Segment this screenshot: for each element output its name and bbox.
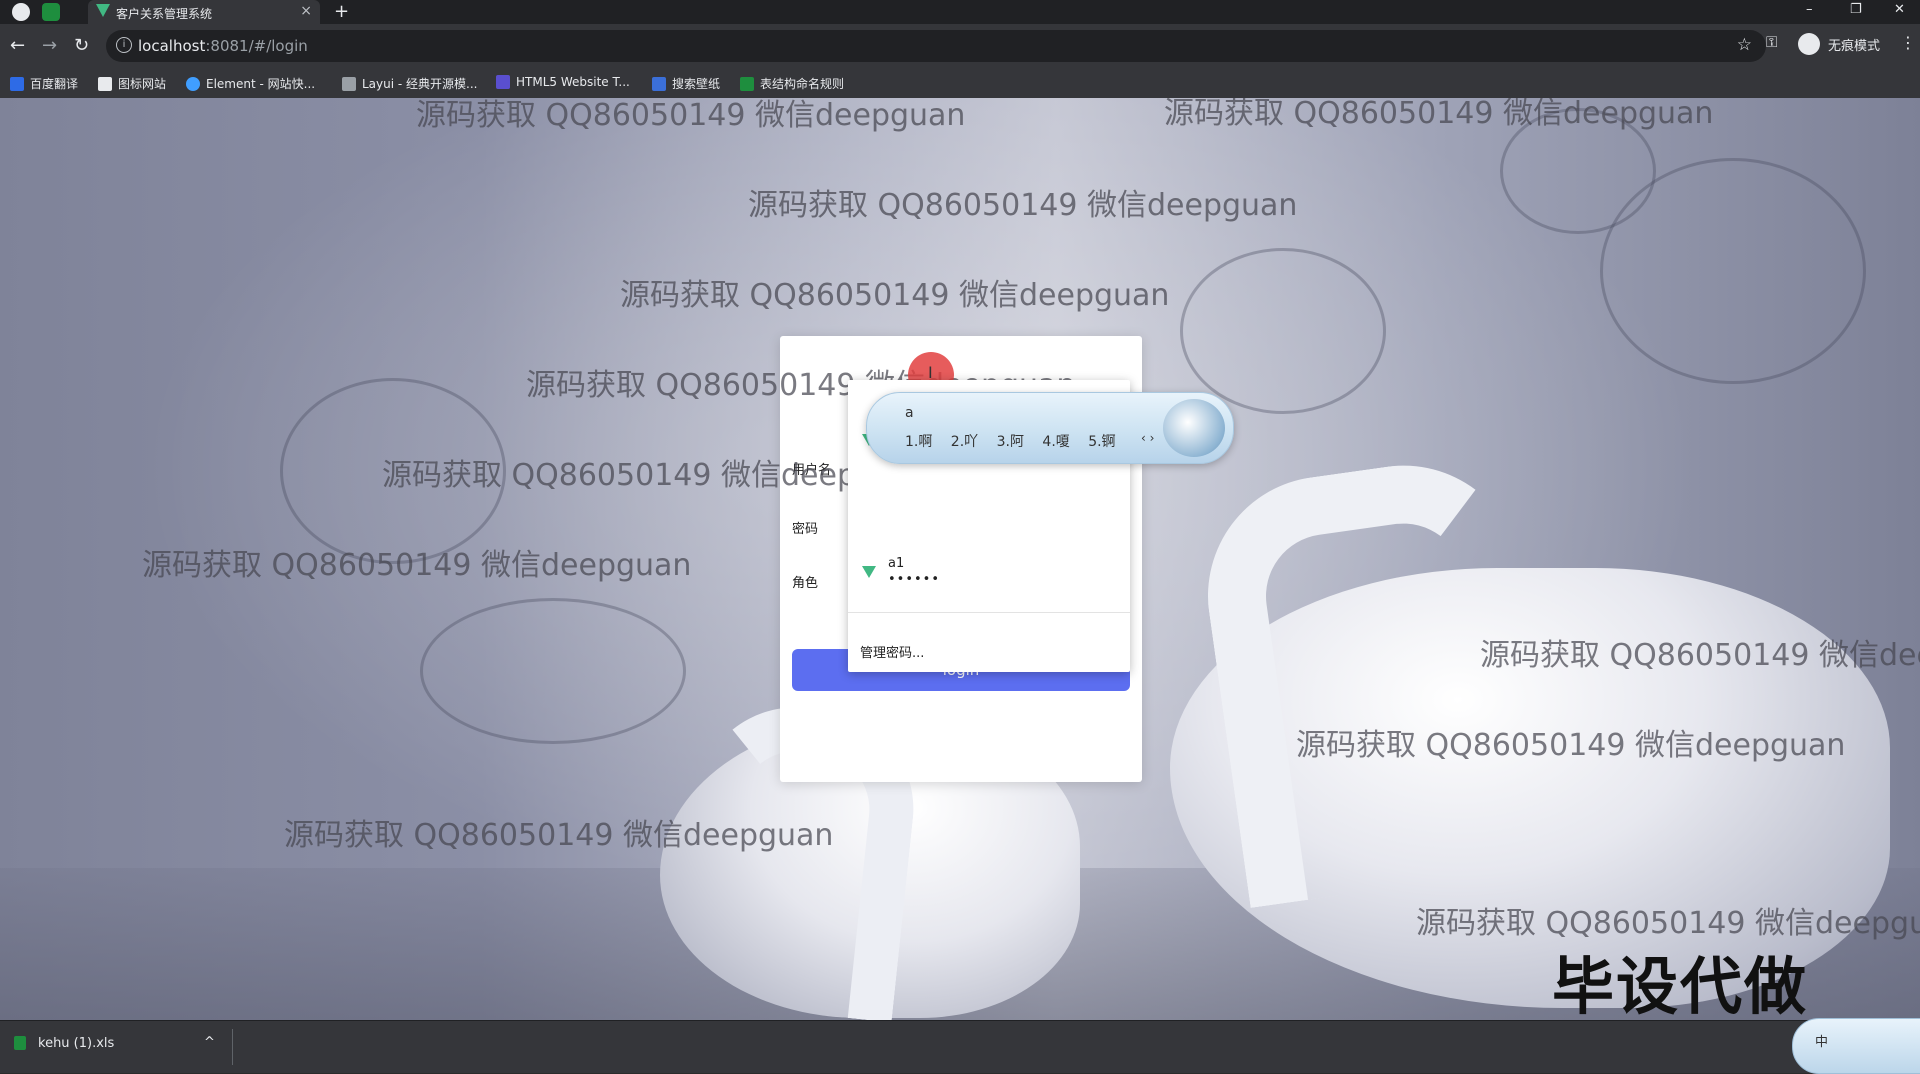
element-logo-icon bbox=[186, 77, 200, 91]
tab-active[interactable]: 客户关系管理系统 × bbox=[88, 0, 320, 24]
password-key-icon[interactable]: ⚿ bbox=[1766, 33, 1777, 51]
autofill-entry[interactable]: a1 •••••• bbox=[848, 556, 1130, 612]
bookmark-item[interactable]: HTML5 Website T... bbox=[496, 75, 630, 89]
url-path: :8081/#/login bbox=[205, 37, 308, 55]
background-swirl bbox=[1600, 158, 1866, 384]
manage-passwords-link[interactable]: 管理密码... bbox=[860, 642, 924, 661]
autofill-password: •••••• bbox=[888, 572, 941, 587]
password-label: 密码 bbox=[792, 522, 819, 537]
flag-icon bbox=[98, 77, 112, 91]
ime-candidate-bar: a 1.啊 2.吖 3.阿 4.嗄 5.锕 ‹ › bbox=[866, 392, 1234, 464]
bookmark-label: Layui - 经典开源模... bbox=[362, 77, 478, 91]
watermark-text: 源码获取 QQ86050149 微信deepguan bbox=[620, 278, 1170, 313]
restore-button[interactable]: ❐ bbox=[1850, 2, 1862, 17]
ime-status-tray[interactable]: 中 bbox=[1792, 1018, 1920, 1074]
download-item[interactable]: kehu (1).xls bbox=[14, 1036, 114, 1051]
back-button[interactable]: ← bbox=[10, 35, 25, 56]
reload-button[interactable]: ↻ bbox=[74, 35, 89, 56]
layui-logo-icon bbox=[342, 77, 356, 91]
tab-title: 客户关系管理系统 bbox=[116, 7, 213, 21]
url-host: localhost bbox=[138, 37, 206, 55]
ime-candidates[interactable]: 1.啊 2.吖 3.阿 4.嗄 5.锕 bbox=[905, 431, 1116, 451]
bookmark-item[interactable]: Layui - 经典开源模... bbox=[342, 75, 477, 92]
autofill-divider bbox=[848, 612, 1130, 613]
vue-icon bbox=[96, 4, 110, 17]
role-label: 角色 bbox=[792, 576, 819, 591]
sheet-logo-icon bbox=[740, 77, 754, 91]
html5-logo-icon bbox=[496, 75, 510, 89]
forward-button[interactable]: → bbox=[42, 35, 57, 56]
watermark-text: 源码获取 QQ86050149 微信dee bbox=[1480, 638, 1920, 673]
bookmark-item[interactable]: 图标网站 bbox=[98, 75, 166, 92]
tab-strip: 客户关系管理系统 × + – ❐ ✕ bbox=[0, 0, 1920, 24]
bookmark-favicon-icon bbox=[10, 77, 24, 91]
ime-page-arrows-icon[interactable]: ‹ › bbox=[1141, 431, 1154, 445]
ime-skin-decoration-icon bbox=[1163, 399, 1225, 457]
download-menu-chevron-icon[interactable]: ^ bbox=[204, 1035, 215, 1050]
bookmark-label: 搜索壁纸 bbox=[672, 77, 721, 91]
watermark-text: 源码获取 QQ86050149 微信deepguan bbox=[142, 548, 692, 583]
watermark-text: 源码获取 QQ86050149 微信deepguan bbox=[1296, 728, 1846, 763]
excel-file-icon bbox=[14, 1036, 26, 1050]
minimize-button[interactable]: – bbox=[1806, 2, 1813, 17]
bookmarks-bar: 百度翻译 图标网站 Element - 网站快... Layui - 经典开源模… bbox=[0, 68, 1920, 99]
new-tab-button[interactable]: + bbox=[334, 1, 349, 22]
browser-logo-icon[interactable] bbox=[12, 3, 30, 21]
url-text: localhost:8081/#/login bbox=[138, 37, 308, 55]
bookmark-star-icon[interactable]: ☆ bbox=[1737, 35, 1752, 55]
bookmark-item[interactable]: 表结构命名规则 bbox=[740, 75, 844, 92]
ime-mode-label: 中 bbox=[1815, 1035, 1829, 1050]
watermark-text: 源码获取 QQ86050149 微信deepguan bbox=[416, 98, 966, 133]
autofill-username: a1 bbox=[888, 556, 905, 571]
incognito-icon[interactable] bbox=[1798, 33, 1820, 55]
close-window-button[interactable]: ✕ bbox=[1894, 2, 1905, 17]
tab-close-icon[interactable]: × bbox=[300, 3, 312, 19]
corner-ad-text: 毕设代做 bbox=[1552, 950, 1809, 1020]
bookmark-label: 表结构命名规则 bbox=[760, 77, 845, 91]
browser-toolbar: ← → ↻ i localhost:8081/#/login ☆ ⚿ 无痕模式 … bbox=[0, 24, 1920, 68]
ime-composition: a bbox=[905, 405, 914, 421]
download-filename: kehu (1).xls bbox=[38, 1036, 115, 1051]
pinned-tab-icon[interactable] bbox=[42, 3, 60, 21]
background-swirl bbox=[1180, 248, 1386, 414]
site-info-icon[interactable]: i bbox=[116, 37, 132, 53]
bookmark-item[interactable]: Element - 网站快... bbox=[186, 75, 315, 92]
bookmark-item[interactable]: 搜索壁纸 bbox=[652, 75, 720, 92]
background-swirl bbox=[420, 598, 686, 744]
watermark-text: 源码获取 QQ86050149 微信deepguan bbox=[1164, 98, 1714, 131]
bookmark-label: Element - 网站快... bbox=[206, 77, 316, 91]
incognito-label[interactable]: 无痕模式 bbox=[1828, 35, 1880, 54]
wallpaper-logo-icon bbox=[652, 77, 666, 91]
browser-menu-icon[interactable]: ⋮ bbox=[1900, 33, 1916, 52]
vue-icon bbox=[862, 566, 876, 578]
watermark-text: 源码获取 QQ86050149 微信deepguan bbox=[284, 818, 834, 853]
shelf-divider bbox=[232, 1029, 233, 1065]
bookmark-label: HTML5 Website T... bbox=[516, 75, 630, 89]
watermark-text: 源码获取 QQ86050149 微信deepguan bbox=[748, 188, 1298, 223]
bookmark-label: 图标网站 bbox=[118, 77, 167, 91]
bookmark-item[interactable]: 百度翻译 bbox=[10, 75, 78, 92]
download-shelf: kehu (1).xls ^ bbox=[0, 1020, 1920, 1073]
address-bar[interactable]: i localhost:8081/#/login ☆ bbox=[106, 30, 1766, 62]
bookmark-label: 百度翻译 bbox=[30, 77, 79, 91]
